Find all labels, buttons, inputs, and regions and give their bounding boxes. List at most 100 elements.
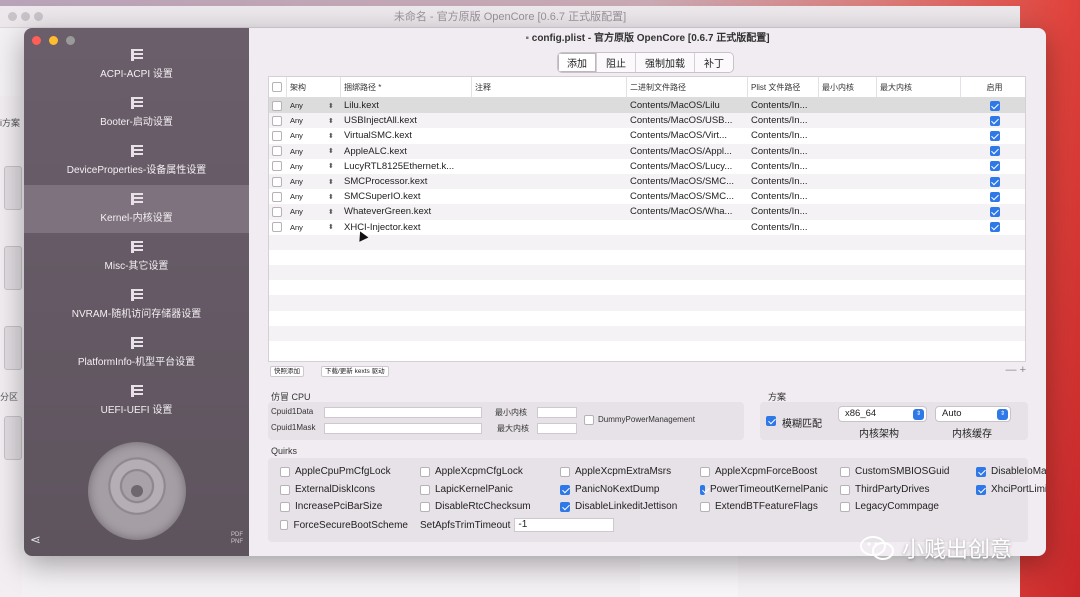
sidebar-item[interactable]: Booter-启动设置 bbox=[24, 89, 249, 137]
select-all-checkbox[interactable] bbox=[272, 82, 282, 93]
quirk-checkbox[interactable] bbox=[280, 484, 290, 495]
row-select-checkbox[interactable] bbox=[272, 100, 282, 111]
quick-add-button[interactable]: 快照添加 bbox=[270, 366, 304, 377]
apfs-trim-timeout-field[interactable]: -1 bbox=[514, 518, 615, 532]
row-exec-path[interactable]: Contents/MacOS/Lucy... bbox=[627, 161, 748, 172]
quirk-checkbox[interactable] bbox=[420, 484, 430, 495]
table-row[interactable]: Any ⬍ USBInjectAll.kext Contents/MacOS/USB.… bbox=[269, 113, 1025, 129]
sidebar-item[interactable]: ACPI-ACPI 设置 bbox=[24, 41, 249, 89]
share-icon[interactable]: ⋖ bbox=[30, 532, 41, 548]
row-enabled-checkbox[interactable] bbox=[989, 100, 1000, 111]
row-select-checkbox[interactable] bbox=[272, 146, 282, 157]
quirk-checkbox[interactable] bbox=[560, 466, 570, 477]
row-bundle-path[interactable]: USBInjectAll.kext bbox=[341, 115, 472, 126]
row-exec-path[interactable]: Contents/MacOS/Lilu bbox=[627, 100, 748, 111]
tab-force[interactable]: 强制加载 bbox=[636, 53, 695, 72]
header-select-all[interactable] bbox=[269, 76, 287, 98]
row-select-checkbox[interactable] bbox=[272, 161, 282, 172]
stepper-icon[interactable]: ⬍ bbox=[325, 223, 341, 231]
quirk-checkbox[interactable] bbox=[700, 484, 705, 495]
row-arch[interactable]: Any bbox=[287, 207, 325, 216]
row-enabled-checkbox[interactable] bbox=[989, 191, 1000, 202]
quirk-checkbox[interactable] bbox=[840, 466, 850, 477]
row-exec-path[interactable]: Contents/MacOS/SMC... bbox=[627, 176, 748, 187]
quirk-option[interactable]: DisableLinkeditJettison bbox=[560, 501, 688, 512]
row-plist-path[interactable]: Contents/In... bbox=[748, 206, 819, 217]
row-plist-path[interactable]: Contents/In... bbox=[748, 176, 819, 187]
max-kernel-field[interactable] bbox=[537, 423, 577, 434]
row-exec-path[interactable]: Contents/MacOS/Appl... bbox=[627, 146, 748, 157]
stepper-icon[interactable]: ⬍ bbox=[325, 117, 341, 125]
quirk-option[interactable]: PowerTimeoutKernelPanic bbox=[700, 484, 828, 495]
stepper-icon[interactable]: ⬍ bbox=[325, 102, 341, 110]
row-bundle-path[interactable]: SMCSuperIO.kext bbox=[341, 191, 472, 202]
sidebar-item[interactable]: DeviceProperties-设备属性设置 bbox=[24, 137, 249, 185]
row-plist-path[interactable]: Contents/In... bbox=[748, 100, 819, 111]
quirk-option[interactable]: CustomSMBIOSGuid bbox=[840, 466, 964, 477]
row-enabled-checkbox[interactable] bbox=[989, 222, 1000, 233]
download-kexts-button[interactable]: 下载/更新 kexts 驱动 bbox=[321, 366, 389, 377]
quirk-option[interactable]: AppleXcpmCfgLock bbox=[420, 466, 548, 477]
table-row[interactable]: Any ⬍ AppleALC.kext Contents/MacOS/Appl... C… bbox=[269, 143, 1025, 159]
quirk-option[interactable]: DisableIoMapper bbox=[976, 466, 1046, 477]
remove-row-button[interactable]: — bbox=[1006, 364, 1017, 376]
kernel-cache-popup[interactable]: Auto ⇕ bbox=[935, 406, 1011, 422]
quirk-checkbox[interactable] bbox=[976, 466, 986, 477]
quirk-checkbox[interactable] bbox=[976, 484, 986, 495]
header-exec[interactable]: 二进制文件路径 bbox=[627, 76, 748, 98]
row-plist-path[interactable]: Contents/In... bbox=[748, 130, 819, 141]
dummy-power-management-checkbox[interactable] bbox=[584, 415, 594, 425]
stepper-icon[interactable]: ⬍ bbox=[325, 132, 341, 140]
row-bundle-path[interactable]: AppleALC.kext bbox=[341, 146, 472, 157]
row-enabled-checkbox[interactable] bbox=[989, 176, 1000, 187]
quirk-option[interactable]: PanicNoKextDump bbox=[560, 484, 688, 495]
row-arch[interactable]: Any bbox=[287, 131, 325, 140]
quirk-checkbox[interactable] bbox=[420, 466, 430, 477]
row-enabled-checkbox[interactable] bbox=[989, 115, 1000, 126]
row-plist-path[interactable]: Contents/In... bbox=[748, 115, 819, 126]
sidebar-item[interactable]: UEFI-UEFI 设置 bbox=[24, 377, 249, 425]
quirk-checkbox[interactable] bbox=[280, 501, 290, 512]
row-enabled-checkbox[interactable] bbox=[989, 146, 1000, 157]
quirk-checkbox[interactable] bbox=[420, 501, 430, 512]
row-select-checkbox[interactable] bbox=[272, 115, 282, 126]
sidebar-item[interactable]: PlatformInfo-机型平台设置 bbox=[24, 329, 249, 377]
row-enabled-checkbox[interactable] bbox=[989, 206, 1000, 217]
row-select-checkbox[interactable] bbox=[272, 176, 282, 187]
row-arch[interactable]: Any bbox=[287, 101, 325, 110]
row-bundle-path[interactable]: SMCProcessor.kext bbox=[341, 176, 472, 187]
quirk-option[interactable]: AppleXcpmForceBoost bbox=[700, 466, 828, 477]
quirk-checkbox[interactable] bbox=[280, 466, 290, 477]
quirk-option[interactable]: AppleCpuPmCfgLock bbox=[280, 466, 408, 477]
quirk-option[interactable]: DisableRtcChecksum bbox=[420, 501, 548, 512]
row-select-checkbox[interactable] bbox=[272, 191, 282, 202]
row-enabled-checkbox[interactable] bbox=[989, 161, 1000, 172]
stepper-icon[interactable]: ⬍ bbox=[325, 178, 341, 186]
add-row-button[interactable]: + bbox=[1020, 364, 1026, 376]
table-row[interactable]: Any ⬍ XHCI-Injector.kext Contents/In... bbox=[269, 220, 1025, 235]
row-arch[interactable]: Any bbox=[287, 162, 325, 171]
quirk-option[interactable]: ExtendBTFeatureFlags bbox=[700, 501, 828, 512]
tab-block[interactable]: 阻止 bbox=[597, 53, 636, 72]
sidebar-item[interactable]: NVRAM-随机访问存储器设置 bbox=[24, 281, 249, 329]
row-arch[interactable]: Any bbox=[287, 116, 325, 125]
header-plist[interactable]: Plist 文件路径 bbox=[748, 76, 819, 98]
row-select-checkbox[interactable] bbox=[272, 130, 282, 141]
table-row[interactable]: Any ⬍ SMCSuperIO.kext Contents/MacOS/SMC...… bbox=[269, 189, 1025, 204]
table-row[interactable]: Any ⬍ WhateverGreen.kext Contents/MacOS/Wha… bbox=[269, 204, 1025, 220]
sidebar-item[interactable]: Kernel-内核设置 bbox=[24, 185, 249, 233]
stepper-icon[interactable]: ⬍ bbox=[325, 147, 341, 155]
header-bundle[interactable]: 捆绑路径 * bbox=[341, 76, 472, 98]
table-row[interactable]: Any ⬍ Lilu.kext Contents/MacOS/Lilu Contents… bbox=[269, 98, 1025, 114]
quirk-checkbox[interactable] bbox=[700, 466, 710, 477]
quirk-option[interactable]: XhciPortLimit bbox=[976, 484, 1046, 495]
row-plist-path[interactable]: Contents/In... bbox=[748, 191, 819, 202]
table-row[interactable]: Any ⬍ VirtualSMC.kext Contents/MacOS/Virt..… bbox=[269, 128, 1025, 143]
row-exec-path[interactable]: Contents/MacOS/Virt... bbox=[627, 130, 748, 141]
header-max-kernel[interactable]: 最大内核 bbox=[877, 76, 961, 98]
row-arch[interactable]: Any bbox=[287, 147, 325, 156]
row-arch[interactable]: Any bbox=[287, 192, 325, 201]
row-arch[interactable]: Any bbox=[287, 177, 325, 186]
header-min-kernel[interactable]: 最小内核 bbox=[819, 76, 877, 98]
header-comment[interactable]: 注释 bbox=[472, 76, 627, 98]
